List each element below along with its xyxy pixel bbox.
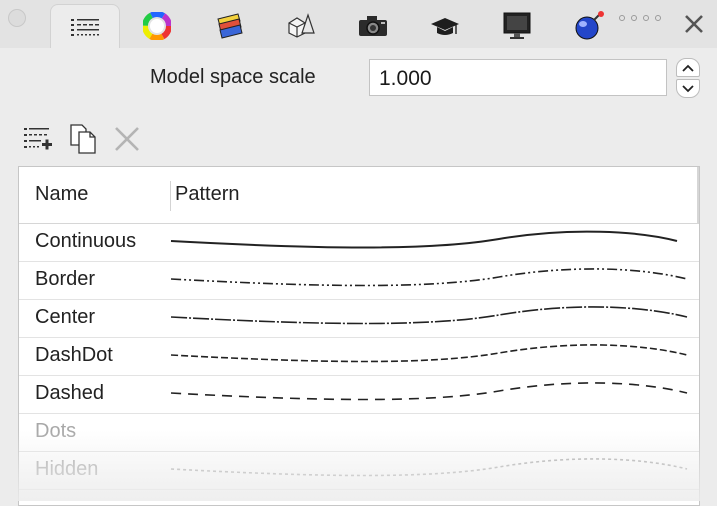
linetype-pattern-preview [170, 230, 678, 249]
table-header: Name Pattern [19, 167, 699, 224]
new-linetype-icon [24, 128, 52, 150]
model-space-scale-input[interactable]: 1.000 [369, 59, 667, 96]
linetype-name: Dashed [35, 382, 104, 404]
delete-icon [115, 127, 139, 151]
scrollbar[interactable] [697, 167, 699, 223]
column-header-pattern[interactable]: Pattern [175, 183, 239, 206]
color-wheel-icon [143, 12, 171, 40]
model-space-scale-label: Model space scale [150, 66, 316, 88]
linetype-name: Center [35, 306, 96, 328]
column-header-name[interactable]: Name [35, 183, 88, 206]
stepper-up-button[interactable] [676, 58, 700, 77]
linetype-name: Border [35, 268, 96, 290]
chevron-down-icon [682, 84, 694, 92]
duplicate-button[interactable] [66, 122, 100, 156]
linetype-name: Continuous [35, 230, 137, 252]
tab-display[interactable] [482, 4, 552, 48]
linetype-table[interactable]: Name Pattern Continuous Border Center Da… [18, 166, 700, 506]
window-circle-button[interactable] [8, 9, 26, 27]
linetype-name: Hidden [35, 458, 99, 480]
table-row[interactable]: Hidden [19, 451, 699, 490]
tab-render[interactable] [554, 4, 624, 48]
linetype-name: DashDot [35, 344, 113, 366]
shapes-icon [288, 13, 315, 38]
overflow-dots-icon[interactable] [619, 15, 661, 21]
tab-linetypes[interactable] [50, 4, 120, 48]
tab-views[interactable] [338, 4, 408, 48]
table-row[interactable]: Continuous [19, 223, 699, 262]
table-row[interactable]: DashDot [19, 337, 699, 376]
sphere-icon [575, 11, 604, 40]
duplicate-icon [70, 124, 96, 154]
linetype-pattern-preview [170, 268, 688, 287]
tab-colors[interactable] [122, 4, 192, 48]
linetype-pattern-preview [170, 458, 688, 477]
delete-button[interactable] [110, 122, 144, 156]
camera-icon [359, 16, 387, 36]
graduation-cap-icon [431, 18, 459, 35]
table-row[interactable]: Dashed [19, 375, 699, 414]
stepper-down-button[interactable] [676, 79, 700, 98]
tab-layers[interactable] [194, 4, 264, 48]
tab-learn[interactable] [410, 4, 480, 48]
column-separator[interactable] [170, 181, 171, 211]
linetype-pattern-preview [170, 382, 688, 401]
linetype-list-icon [71, 18, 99, 36]
layers-icon [217, 13, 243, 39]
linetype-pattern-preview [170, 306, 688, 325]
table-row[interactable]: Center [19, 299, 699, 338]
linetype-name: Dots [35, 420, 77, 442]
chevron-up-icon [682, 64, 694, 72]
monitor-icon [503, 12, 531, 39]
linetype-pattern-preview [170, 344, 688, 363]
scale-stepper[interactable] [676, 58, 700, 98]
table-row[interactable]: Dots [19, 413, 699, 452]
table-row[interactable]: Border [19, 261, 699, 300]
new-linetype-button[interactable] [21, 122, 55, 156]
close-icon[interactable] [682, 10, 706, 36]
tab-bar [0, 0, 717, 48]
tab-objects[interactable] [266, 4, 336, 48]
